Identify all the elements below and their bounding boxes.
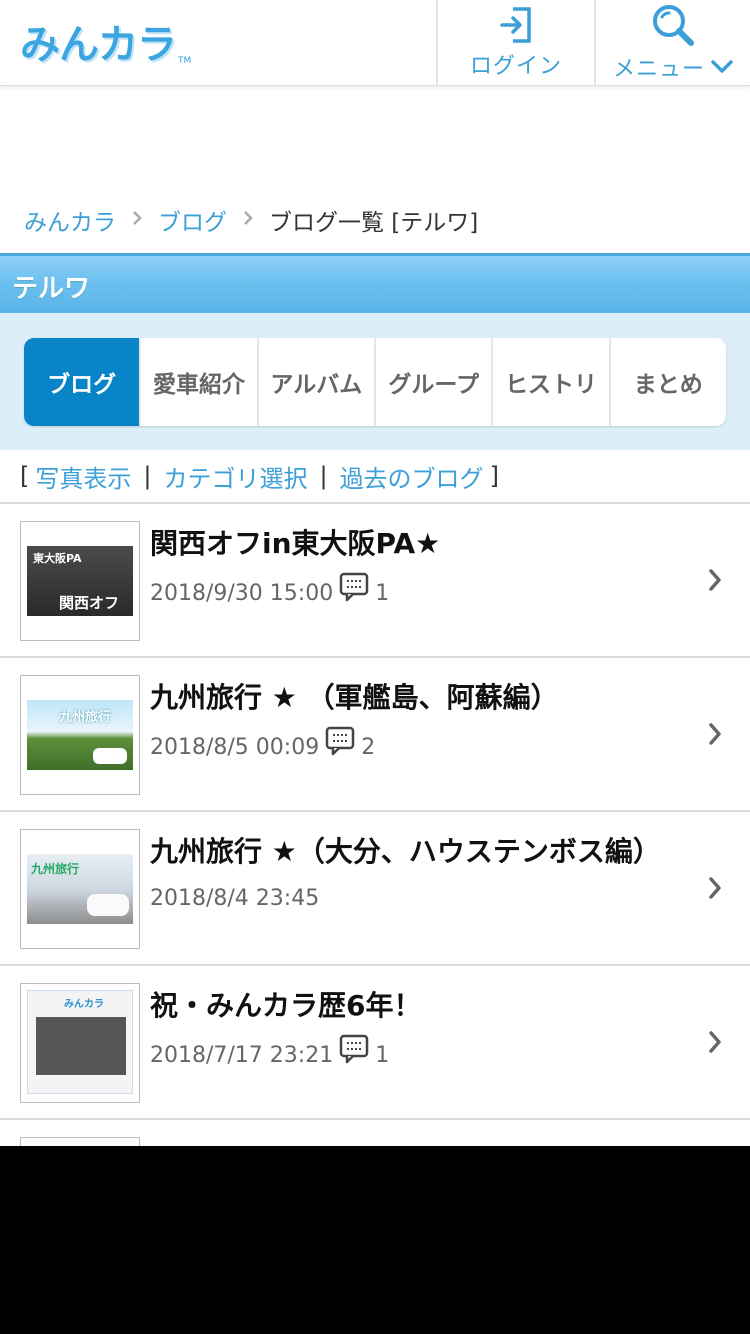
thumbnail-caption: 九州旅行 <box>59 710 112 725</box>
post-title: 九州旅行 ★ （軍艦島、阿蘇編） <box>150 681 559 714</box>
tab-matome[interactable]: まとめ <box>608 338 726 426</box>
thumbnail-image: 九州旅行 <box>27 854 133 924</box>
breadcrumb-current: ブログ一覧 [テルワ] <box>269 210 479 236</box>
breadcrumb-minkara[interactable]: みんカラ <box>24 203 116 237</box>
chevron-right-icon <box>243 210 253 231</box>
chevron-right-icon <box>708 876 722 904</box>
thumbnail-image: 九州旅行 <box>27 700 133 770</box>
post-title: 九州旅行 ★（大分、ハウステンボス編） <box>150 835 661 868</box>
login-button[interactable]: ログイン <box>436 0 594 86</box>
comment-icon <box>339 1034 369 1064</box>
comment-icon <box>325 726 355 756</box>
chevron-right-icon <box>132 210 142 231</box>
post-meta: 2018/7/17 23:21 1 <box>150 1034 390 1070</box>
tab-car-intro[interactable]: 愛車紹介 <box>139 338 256 426</box>
post-meta: 2018/8/5 00:09 2 <box>150 726 376 762</box>
list-item[interactable]: 九州旅行 九州旅行 ★ （軍艦島、阿蘇編） 2018/8/5 00:09 2 <box>0 658 750 812</box>
post-thumbnail: 九州旅行 <box>20 829 140 949</box>
blog-post-list: 東大阪PA 関西オフ 関西オフin東大阪PA★ 2018/9/30 15:00 … <box>0 502 750 1146</box>
breadcrumb: みんカラ ブログ ブログ一覧 [テルワ] <box>24 200 478 240</box>
comment-number: 2 <box>361 734 376 760</box>
menu-label-wrap: メニュー <box>613 51 733 83</box>
post-thumbnail: 九州旅行 <box>20 675 140 795</box>
chevron-right-icon <box>708 722 722 750</box>
minkara-logo[interactable]: みんカラ TM <box>20 18 191 68</box>
tab-group[interactable]: グループ <box>373 338 491 426</box>
separator: | <box>319 462 328 490</box>
post-date: 2018/8/4 23:45 <box>150 886 320 911</box>
comment-count: 1 <box>339 572 390 608</box>
tabs-container: ブログ 愛車紹介 アルバム グループ ヒストリ まとめ <box>0 313 750 450</box>
comment-number: 1 <box>375 1042 390 1068</box>
chevron-right-icon <box>708 1030 722 1058</box>
breadcrumb-blog[interactable]: ブログ <box>158 203 227 237</box>
search-icon <box>650 3 696 47</box>
thumbnail-caption: 九州旅行 <box>31 862 80 876</box>
post-meta: 2018/8/4 23:45 <box>150 886 319 911</box>
owner-name: テルワ <box>12 274 91 304</box>
header: みんカラ TM ログイン メニュー <box>0 0 750 86</box>
post-date: 2018/7/17 23:21 <box>150 1042 334 1068</box>
bracket-close: ] <box>489 462 499 490</box>
post-thumbnail: 東大阪PA 関西オフ <box>20 521 140 641</box>
photo-view-link[interactable]: 写真表示 <box>35 459 131 494</box>
login-label: ログイン <box>469 54 562 79</box>
comment-icon <box>339 572 369 602</box>
chevron-right-icon <box>708 568 722 596</box>
thumbnail-caption: みんカラ <box>64 999 104 1010</box>
post-thumbnail <box>20 1137 140 1146</box>
post-title: 祝・みんカラ歴6年！ <box>150 989 422 1022</box>
blog-sublinks: [ 写真表示 | カテゴリ選択 | 過去のブログ ] <box>20 456 499 496</box>
tab-album[interactable]: アルバム <box>256 338 374 426</box>
menu-label: メニュー <box>612 57 705 82</box>
tab-blog[interactable]: ブログ <box>24 338 140 426</box>
list-item[interactable]: みんカラ 祝・みんカラ歴6年！ 2018/7/17 23:21 1 <box>0 966 750 1120</box>
past-blog-link[interactable]: 過去のブログ <box>340 459 484 494</box>
comment-count: 1 <box>339 1034 390 1070</box>
logo-tm: TM <box>178 56 192 66</box>
thumbnail-caption: 関西オフ <box>59 594 120 612</box>
chevron-down-icon <box>711 60 733 74</box>
comment-count: 2 <box>325 726 376 762</box>
list-item[interactable]: 九州旅行 九州旅行 ★（大分、ハウステンボス編） 2018/8/4 23:45 <box>0 812 750 966</box>
thumbnail-image: みんカラ <box>27 990 133 1094</box>
post-thumbnail: みんカラ <box>20 983 140 1103</box>
post-date: 2018/9/30 15:00 <box>150 580 334 606</box>
list-item-partial[interactable] <box>0 1120 750 1146</box>
logo-text: みんカラ <box>20 22 177 68</box>
page: みんカラ TM ログイン メニュー みんカラ ブログ ブログ一覧 [テルワ] テ… <box>0 0 750 1146</box>
list-item[interactable]: 東大阪PA 関西オフ 関西オフin東大阪PA★ 2018/9/30 15:00 … <box>0 504 750 658</box>
owner-bar: テルワ <box>0 253 750 313</box>
login-icon <box>499 6 533 44</box>
comment-number: 1 <box>375 580 390 606</box>
category-select-link[interactable]: カテゴリ選択 <box>163 459 307 494</box>
tabs: ブログ 愛車紹介 アルバム グループ ヒストリ まとめ <box>24 338 726 426</box>
menu-button[interactable]: メニュー <box>594 0 750 86</box>
separator: | <box>143 462 152 490</box>
thumbnail-image: 東大阪PA 関西オフ <box>27 546 133 616</box>
tab-history[interactable]: ヒストリ <box>491 338 608 426</box>
bracket-open: [ <box>20 462 30 490</box>
post-meta: 2018/9/30 15:00 1 <box>150 572 390 608</box>
post-title: 関西オフin東大阪PA★ <box>150 527 441 560</box>
post-date: 2018/8/5 00:09 <box>150 734 320 760</box>
